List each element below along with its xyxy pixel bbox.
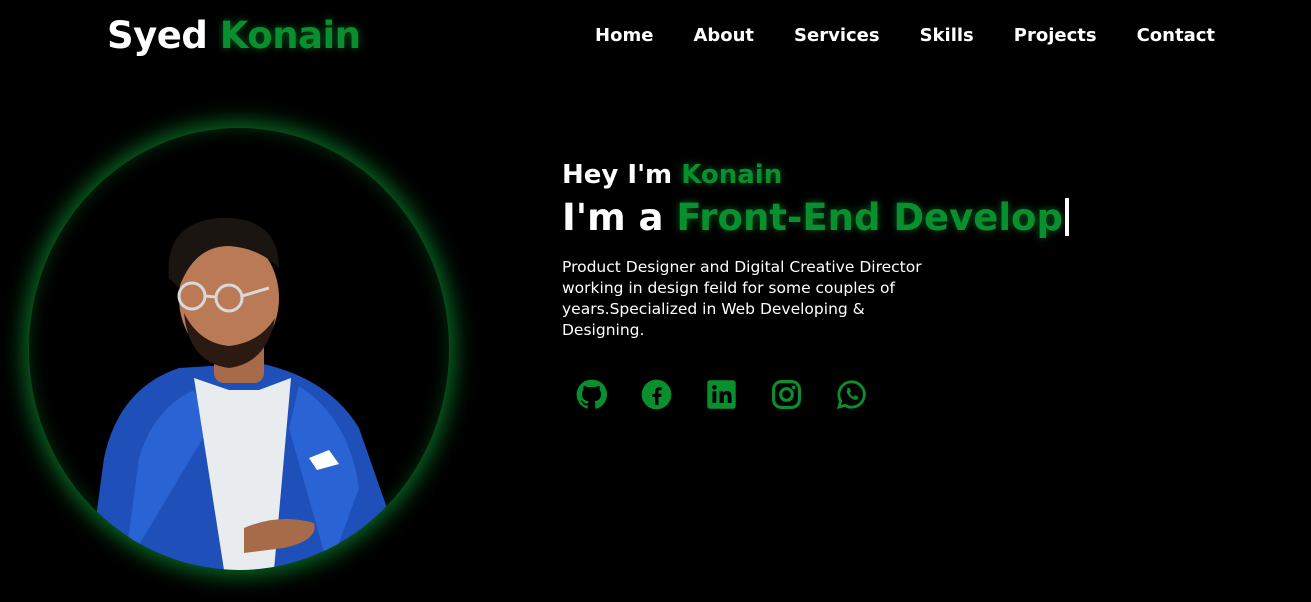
brand-last-name: Konain [219, 14, 361, 57]
linkedin-icon[interactable] [706, 379, 737, 410]
nav-home[interactable]: Home [595, 25, 653, 46]
hero-role: I'm a Front-End Develop [562, 196, 1122, 239]
profile-photo-illustration [89, 217, 399, 570]
greeting-prefix: Hey I'm [562, 160, 673, 190]
whatsapp-icon[interactable] [836, 379, 867, 410]
nav-projects[interactable]: Projects [1014, 25, 1097, 46]
github-icon[interactable] [576, 379, 608, 410]
facebook-icon[interactable] [641, 379, 672, 410]
brand-first-name: Syed [107, 14, 208, 57]
main-nav: Home About Services Skills Projects Cont… [555, 25, 1215, 46]
role-typed-text: Front-End Develop [676, 196, 1063, 239]
hero-greeting: Hey I'm Konain [562, 160, 1122, 190]
nav-services[interactable]: Services [794, 25, 880, 46]
instagram-icon[interactable] [771, 379, 802, 410]
hero-description: Product Designer and Digital Creative Di… [562, 258, 922, 339]
role-prefix: I'm a [562, 196, 664, 239]
site-header: Syed Konain Home About Services Skills P… [0, 0, 1311, 78]
profile-photo [29, 128, 449, 570]
greeting-name: Konain [681, 160, 783, 190]
nav-contact[interactable]: Contact [1137, 25, 1215, 46]
hero-section: Hey I'm Konain I'm a Front-End Develop P… [562, 160, 1122, 410]
social-links [576, 379, 1122, 410]
brand-logo[interactable]: Syed Konain [107, 14, 361, 57]
nav-about[interactable]: About [693, 25, 754, 46]
nav-skills[interactable]: Skills [920, 25, 974, 46]
typing-caret [1064, 198, 1069, 236]
